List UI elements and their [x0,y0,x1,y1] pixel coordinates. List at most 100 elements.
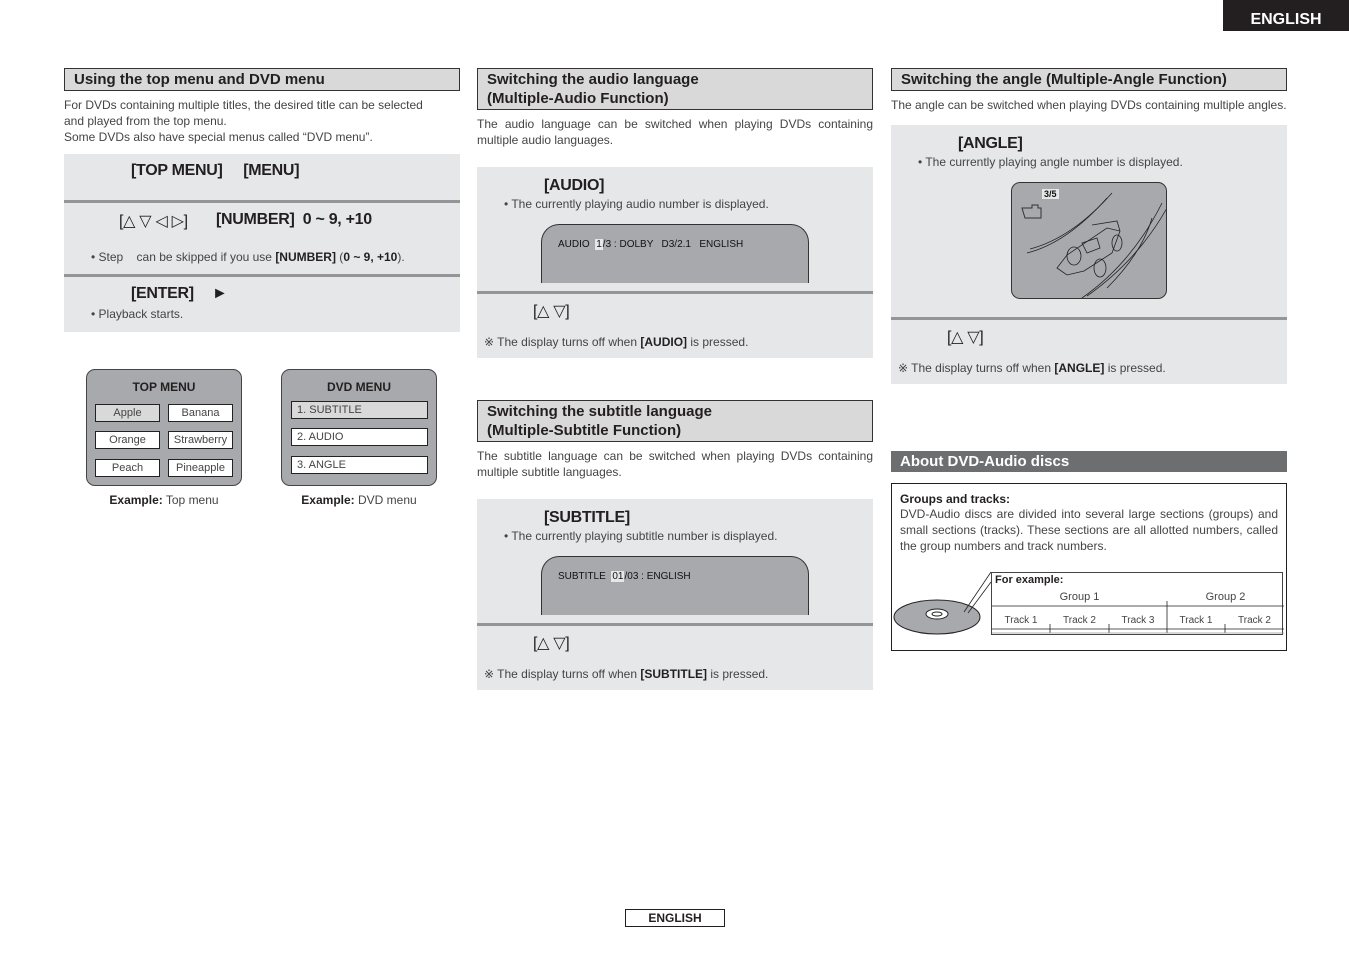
number-keys: [NUMBER] 0 ~ 9, +10 [216,211,372,228]
play-icon: ► [212,285,228,302]
menu-item-strawberry[interactable]: Strawberry [168,431,233,449]
note-key: [AUDIO] [640,335,688,349]
title-line: (Multiple-Subtitle Function) [487,422,682,439]
track-label: Track 1 [1179,615,1213,626]
up-down-keys: [△ ▽] [533,303,570,320]
osd-suffix: /3 : DOLBY D3/2.1 ENGLISH [602,239,744,250]
subtitle-step-2-panel: [△ ▽] ※ The display turns off when [SUBT… [477,626,873,690]
subtitle-key: [SUBTITLE] [544,509,630,526]
menu-item-apple[interactable]: Apple [95,404,160,422]
angle-step-2-panel: [△ ▽] ※ The display turns off when [ANGL… [891,320,1287,384]
section-top-menu: Using the top menu and DVD menu For DVDs… [64,68,460,332]
angle-osd-screen: 3/5 [1011,182,1167,299]
note-text: ※ The display turns off when [484,335,641,349]
camera-icon [1021,204,1042,219]
top-menu-caption: Example: Top menu [86,493,242,507]
track-label: Track 2 [1063,615,1096,626]
footer-language-label: ENGLISH [625,909,725,927]
note-text: ※ The display turns off when [898,361,1055,375]
step-2-panel: [△ ▽ ◁ ▷] [NUMBER] 0 ~ 9, +10 • Step can… [64,203,460,274]
section-title-angle: Switching the angle (Multiple-Angle Func… [891,68,1287,91]
up-down-keys: [△ ▽] [947,329,984,346]
subtitle-bullet: • The currently playing subtitle number … [504,529,778,543]
angle-bullet: • The currently playing angle number is … [918,155,1183,169]
dvd-menu-caption: Example: DVD menu [281,493,437,507]
title-line: Switching the audio language [487,71,699,88]
title-line: (Multiple-Audio Function) [487,90,669,107]
caption-text: DVD menu [354,493,417,507]
track-label: Track 3 [1121,615,1155,626]
intro-subtitle: The subtitle language can be switched wh… [477,449,873,479]
subtitle-note: ※ The display turns off when [SUBTITLE] … [484,666,768,682]
group-2-label: Group 2 [1205,591,1246,603]
groups-tracks-text: DVD-Audio discs are divided into several… [900,507,1278,553]
step-1-panel: [TOP MENU] [MENU] [64,154,460,200]
step-3-bullet: • Playback starts. [91,307,184,321]
section-subtitle: Switching the subtitle language (Multipl… [477,400,873,690]
section-angle: Switching the angle (Multiple-Angle Func… [891,68,1287,384]
note-text: ※ The display turns off when [484,667,641,681]
note-key: [SUBTITLE] [640,667,708,681]
audio-osd-text: AUDIO 1/3 : DOLBY D3/2.1 ENGLISH [558,239,743,250]
menu-item-peach[interactable]: Peach [95,459,160,477]
caption-text: Top menu [162,493,219,507]
top-menu-menu-keys: [TOP MENU] [MENU] [131,162,300,179]
enter-key: [ENTER] [131,285,194,302]
step-2-bullet: • Step can be skipped if you use [NUMBER… [91,249,405,265]
angle-step-1-panel: [ANGLE] • The currently playing angle nu… [891,125,1287,317]
section-title-dvd-audio: About DVD-Audio discs [891,451,1287,472]
osd-suffix: /03 : ENGLISH [624,571,691,582]
language-tab-label: ENGLISH [1250,11,1322,28]
intro-line: and played from the top menu. [64,114,227,128]
dvd-audio-info-box: Groups and tracks: DVD-Audio discs are d… [891,483,1287,651]
intro-top-menu: For DVDs containing multiple titles, the… [64,97,460,145]
section-title-top-menu: Using the top menu and DVD menu [64,68,460,91]
audio-bullet: • The currently playing audio number is … [504,197,769,211]
group-1-label: Group 1 [1059,591,1100,603]
group-track-lines [992,601,1284,634]
race-car-image [1021,192,1166,298]
subtitle-osd-screen: SUBTITLE 01/03 : ENGLISH [541,556,809,615]
menu-item-banana[interactable]: Banana [168,404,233,422]
osd-prefix: AUDIO [558,239,596,250]
dvd-menu-example: DVD MENU 1. SUBTITLE 2. AUDIO 3. ANGLE [281,369,437,486]
note-key: [ANGLE] [1054,361,1105,375]
track-label: Track 2 [1238,615,1271,626]
language-tab: ENGLISH [1223,0,1349,31]
menu-item-pineapple[interactable]: Pineapple [168,459,233,477]
note-text: is pressed. [707,667,769,681]
intro-line: Some DVDs also have special menus called… [64,130,373,144]
section-dvd-audio: About DVD-Audio discs Groups and tracks:… [891,451,1287,651]
osd-highlight: 01 [611,571,625,582]
subtitle-step-1-panel: [SUBTITLE] • The currently playing subti… [477,499,873,623]
arrow-keys: [△ ▽ ◁ ▷] [119,213,188,230]
dvd-menu-title: DVD MENU [326,380,391,394]
note-text: is pressed. [1104,361,1166,375]
angle-number: 3/5 [1042,189,1059,199]
bullet-text: ). [397,250,405,264]
note-text: is pressed. [687,335,749,349]
step-3-panel: [ENTER] ► • Playback starts. [64,277,460,332]
bullet-key: [NUMBER] [275,250,336,264]
angle-key: [ANGLE] [958,135,1023,152]
track-label: Track 1 [1004,615,1038,626]
audio-step-2-panel: [△ ▽] ※ The display turns off when [AUDI… [477,294,873,358]
audio-osd-screen: AUDIO 1/3 : DOLBY D3/2.1 ENGLISH [541,224,809,283]
intro-line: For DVDs containing multiple titles, the… [64,98,423,112]
caption-bold: Example: [109,493,163,507]
dvd-menu-item-subtitle[interactable]: 1. SUBTITLE [291,401,428,419]
subtitle-osd-text: SUBTITLE 01/03 : ENGLISH [558,571,691,582]
section-audio: Switching the audio language (Multiple-A… [477,68,873,358]
intro-angle: The angle can be switched when playing D… [891,98,1287,112]
bullet-text: • Step can be skipped if you use [91,250,276,264]
bullet-range: 0 ~ 9, +10 [343,250,398,264]
menu-item-orange[interactable]: Orange [95,431,160,449]
dvd-menu-item-angle[interactable]: 3. ANGLE [291,456,428,474]
up-down-keys: [△ ▽] [533,635,570,652]
example-diagram: For example: Group 1 Group 2 Track 1 Tra… [991,572,1284,635]
top-menu-example: TOP MENU Apple Banana Orange Strawberry … [86,369,242,486]
osd-highlight: 1 [595,239,603,250]
groups-tracks-title: Groups and tracks: [900,492,1011,506]
dvd-menu-item-audio[interactable]: 2. AUDIO [291,428,428,446]
angle-note: ※ The display turns off when [ANGLE] is … [898,360,1166,376]
